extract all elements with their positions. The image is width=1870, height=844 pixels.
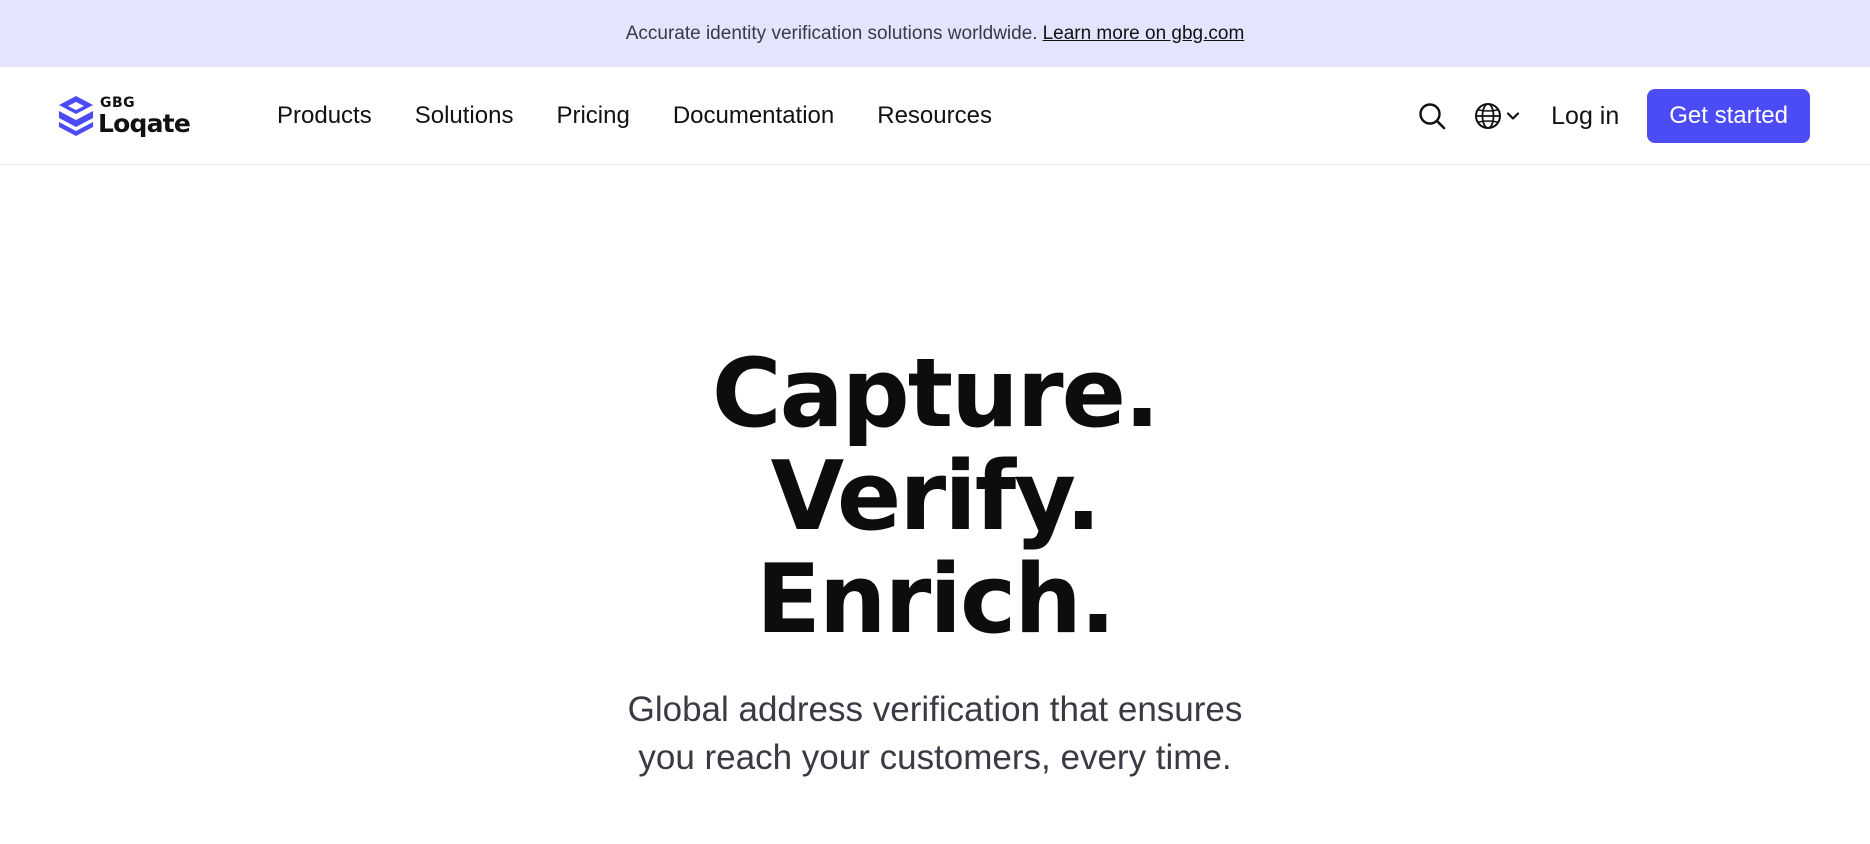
site-header: GBG Loqate Products Solutions Pricing Do… bbox=[0, 67, 1870, 165]
logo-wordmark: Loqate bbox=[98, 109, 191, 138]
login-link[interactable]: Log in bbox=[1551, 102, 1619, 131]
nav-item-products[interactable]: Products bbox=[277, 102, 372, 130]
nav-item-pricing[interactable]: Pricing bbox=[556, 102, 629, 130]
get-started-button[interactable]: Get started bbox=[1647, 89, 1810, 143]
main-nav: Products Solutions Pricing Documentation… bbox=[277, 67, 1035, 165]
hero-subheadline: Global address verification that ensures… bbox=[585, 686, 1285, 782]
subheadline-line-2: you reach your customers, every time. bbox=[638, 738, 1232, 777]
logo-text: GBG Loqate bbox=[98, 95, 191, 138]
search-button[interactable] bbox=[1418, 102, 1446, 130]
search-icon bbox=[1419, 103, 1446, 130]
headline-line-verify: Verify. bbox=[770, 442, 1102, 552]
learn-more-link[interactable]: Learn more on gbg.com bbox=[1043, 23, 1245, 45]
nav-item-solutions[interactable]: Solutions bbox=[415, 102, 514, 130]
headline-line-enrich: Enrich. bbox=[756, 545, 1116, 655]
layered-cube-logo-icon bbox=[59, 96, 93, 136]
nav-item-documentation[interactable]: Documentation bbox=[673, 102, 834, 130]
logo[interactable]: GBG Loqate bbox=[56, 92, 191, 140]
headline-line-capture: Capture. bbox=[711, 339, 1160, 449]
announcement-text: Accurate identity verification solutions… bbox=[625, 22, 1038, 44]
language-selector[interactable] bbox=[1474, 102, 1521, 130]
hero-headline: Capture. Verify. Enrich. bbox=[0, 343, 1870, 652]
header-actions: Log in Get started bbox=[1418, 67, 1810, 165]
logo-supertext: GBG bbox=[100, 95, 136, 111]
hero-section: Capture. Verify. Enrich. Global address … bbox=[0, 165, 1870, 782]
chevron-down-icon bbox=[1507, 112, 1520, 120]
subheadline-line-1: Global address verification that ensures bbox=[627, 690, 1243, 729]
announcement-bar: Accurate identity verification solutions… bbox=[0, 0, 1870, 67]
globe-icon bbox=[1475, 103, 1502, 129]
nav-item-resources[interactable]: Resources bbox=[877, 102, 992, 130]
